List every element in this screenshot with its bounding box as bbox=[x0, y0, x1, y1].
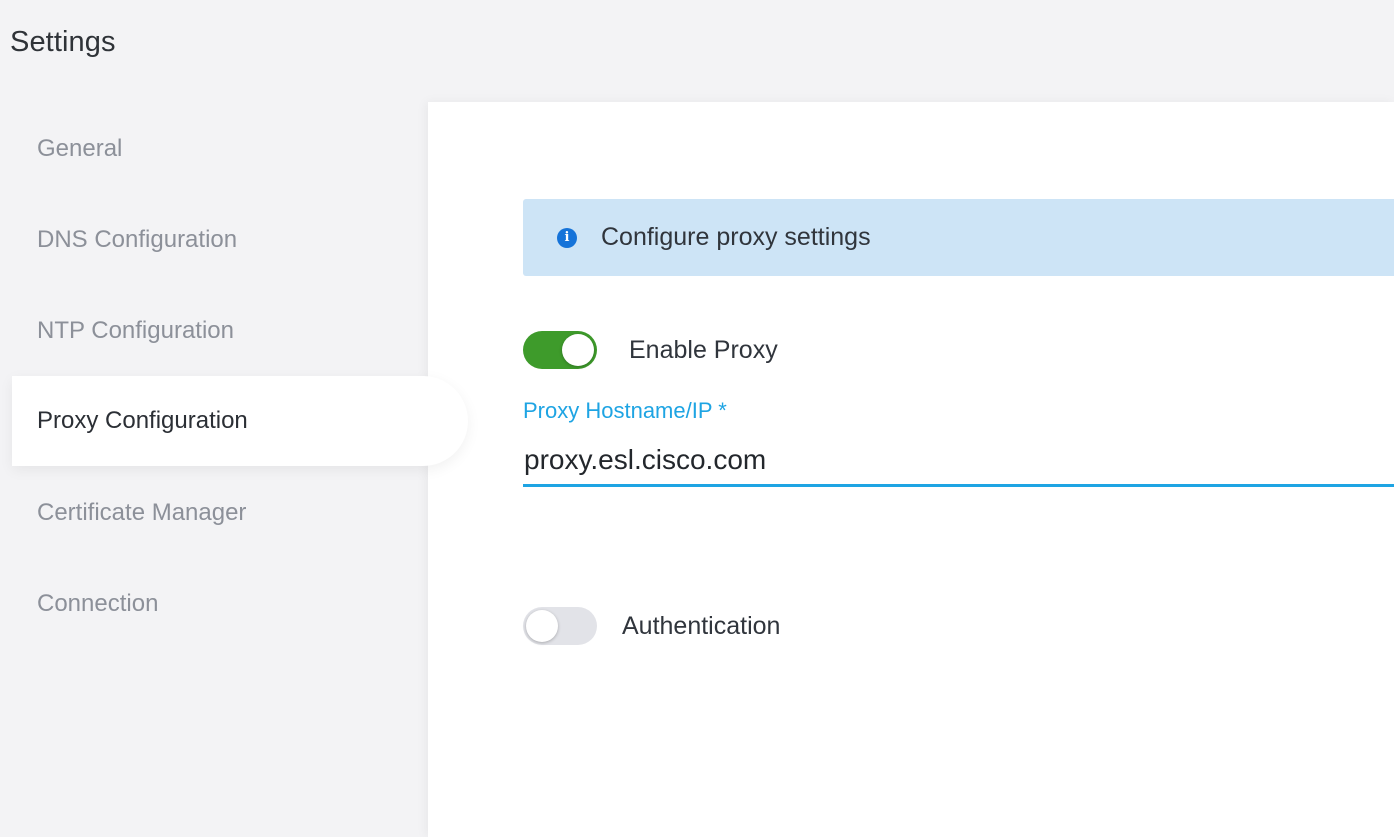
settings-sidebar: General DNS Configuration NTP Configurat… bbox=[0, 104, 468, 837]
authentication-label: Authentication bbox=[622, 611, 781, 640]
info-icon: i bbox=[557, 227, 577, 248]
proxy-hostname-field: Proxy Hostname/IP * bbox=[523, 398, 1394, 487]
proxy-configuration-panel: i Configure proxy settings Enable Proxy … bbox=[428, 102, 1394, 837]
sidebar-item-label: Connection bbox=[37, 590, 159, 617]
sidebar-item-label: NTP Configuration bbox=[37, 317, 234, 344]
toggle-knob bbox=[562, 334, 594, 366]
sidebar-item-proxy-configuration[interactable]: Proxy Configuration bbox=[12, 376, 468, 466]
authentication-row: Authentication bbox=[523, 607, 780, 645]
info-banner: i Configure proxy settings bbox=[523, 199, 1394, 276]
sidebar-item-label: General bbox=[37, 135, 123, 162]
sidebar-item-label: Certificate Manager bbox=[37, 499, 247, 526]
sidebar-item-general[interactable]: General bbox=[37, 104, 417, 194]
toggle-knob bbox=[526, 610, 558, 642]
enable-proxy-label: Enable Proxy bbox=[629, 335, 778, 364]
proxy-hostname-label: Proxy Hostname/IP * bbox=[523, 398, 727, 423]
page-title: Settings bbox=[10, 26, 116, 58]
authentication-toggle[interactable] bbox=[523, 607, 597, 645]
proxy-hostname-input[interactable] bbox=[523, 443, 1394, 487]
sidebar-item-certificate-manager[interactable]: Certificate Manager bbox=[37, 468, 417, 558]
sidebar-item-connection[interactable]: Connection bbox=[37, 559, 417, 649]
sidebar-item-label: Proxy Configuration bbox=[37, 407, 248, 434]
info-banner-text: Configure proxy settings bbox=[601, 223, 871, 251]
enable-proxy-row: Enable Proxy bbox=[523, 331, 778, 369]
sidebar-item-ntp-configuration[interactable]: NTP Configuration bbox=[37, 286, 417, 376]
enable-proxy-toggle[interactable] bbox=[523, 331, 597, 369]
settings-page: Settings General DNS Configuration NTP C… bbox=[0, 0, 1394, 837]
sidebar-item-dns-configuration[interactable]: DNS Configuration bbox=[37, 195, 417, 285]
sidebar-item-label: DNS Configuration bbox=[37, 226, 238, 253]
